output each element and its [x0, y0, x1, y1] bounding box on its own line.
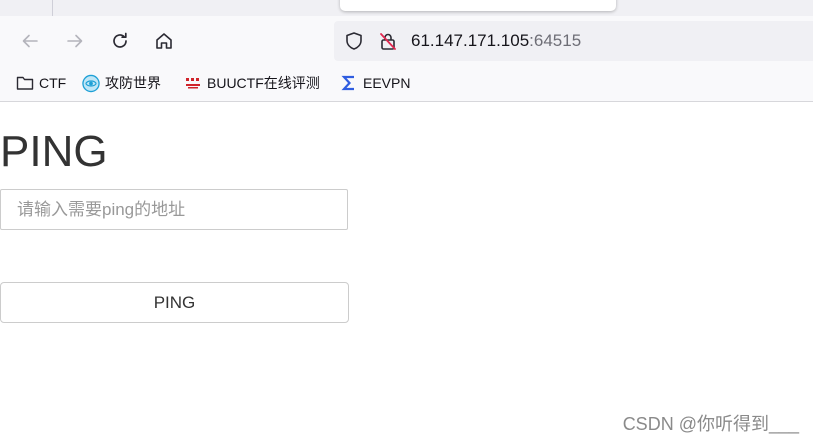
ping-address-input[interactable]	[0, 189, 348, 230]
bookmark-eevpn[interactable]: EEVPN	[340, 73, 410, 93]
active-tab[interactable]	[340, 0, 616, 11]
folder-icon	[16, 74, 34, 92]
back-button[interactable]	[18, 29, 42, 53]
reload-icon	[113, 32, 127, 48]
home-button[interactable]	[152, 29, 176, 53]
url-port: :64515	[529, 31, 582, 50]
forward-button[interactable]	[63, 29, 87, 53]
back-arrow-icon	[22, 34, 38, 48]
tab-strip	[0, 0, 813, 16]
url-text[interactable]: 61.147.171.105:64515	[411, 31, 581, 51]
page-title: PING	[0, 127, 108, 176]
ping-submit-button[interactable]: PING	[0, 282, 349, 323]
bookmark-adworld[interactable]: 攻防世界	[82, 73, 161, 93]
bookmark-label: 攻防世界	[105, 75, 161, 91]
navigation-toolbar: 61.147.171.105:64515	[0, 16, 813, 66]
buuctf-logo-icon	[184, 74, 202, 92]
tracking-protection-shield-icon[interactable]	[344, 31, 364, 51]
bookmark-label: CTF	[39, 75, 67, 91]
url-host: 61.147.171.105	[411, 31, 530, 50]
bookmark-label: EEVPN	[363, 75, 411, 91]
bookmarks-toolbar: CTF 攻防世界 BUUCTF在线评测 EEVPN	[0, 66, 813, 102]
bookmark-buuctf[interactable]: BUUCTF在线评测	[184, 73, 320, 93]
sigma-icon	[340, 74, 358, 92]
csdn-watermark: CSDN @你听得到___	[622, 414, 799, 434]
bookmark-label: BUUCTF在线评测	[207, 75, 320, 91]
reload-button[interactable]	[108, 29, 132, 53]
address-bar[interactable]: 61.147.171.105:64515	[334, 21, 813, 61]
bookmark-ctf[interactable]: CTF	[16, 73, 66, 93]
insecure-lock-icon[interactable]	[378, 31, 398, 51]
home-icon	[156, 33, 172, 49]
forward-arrow-icon	[67, 34, 83, 48]
adworld-logo-icon	[82, 74, 100, 92]
tab-divider	[52, 0, 53, 16]
